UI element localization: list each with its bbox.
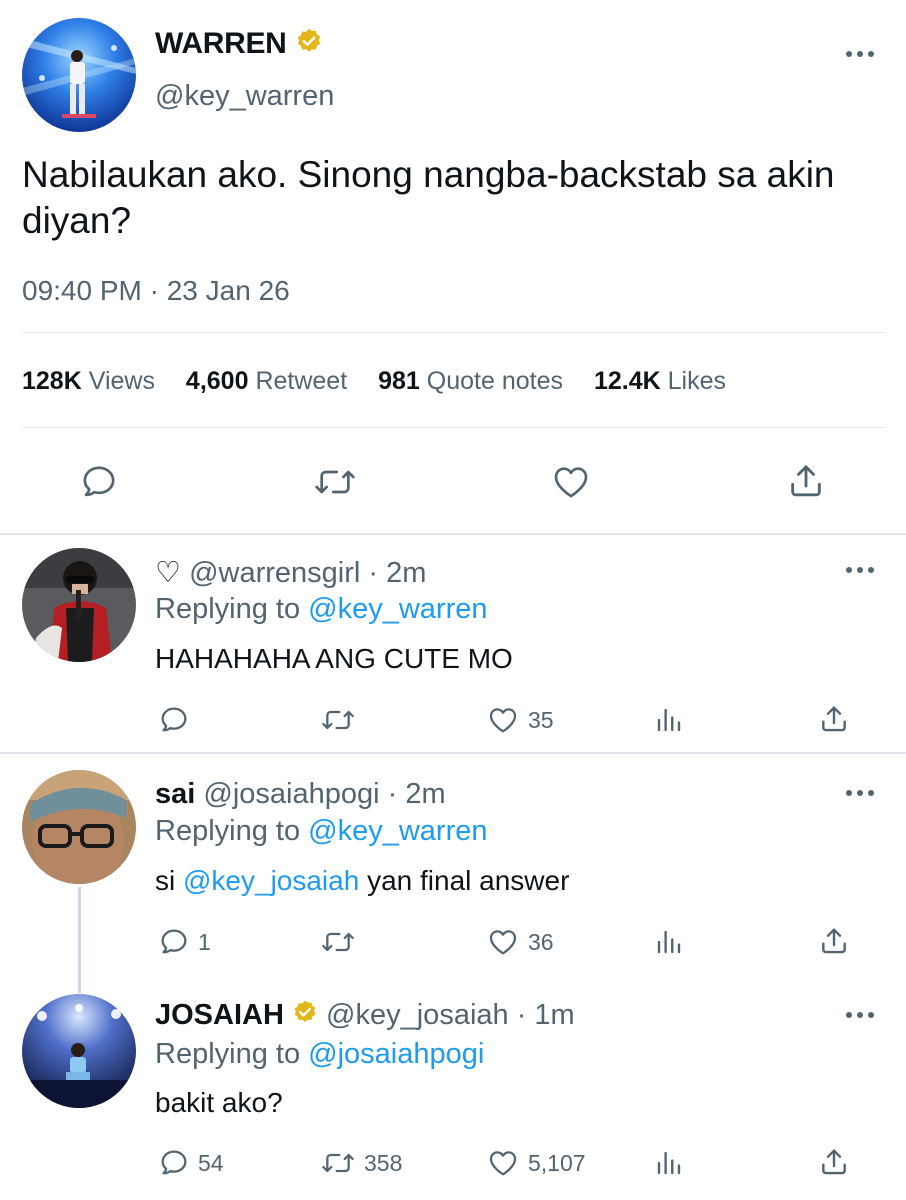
reply-icon [161, 929, 187, 954]
like-button[interactable]: 35 [486, 704, 554, 736]
reply-text: HAHAHAHA ANG CUTE MO [155, 643, 513, 674]
views-button[interactable] [654, 1147, 684, 1179]
replying-to: Replying to @josaiahpogi [155, 1038, 485, 1070]
reply-button[interactable]: 54 [158, 1147, 224, 1179]
like-button[interactable] [550, 462, 592, 502]
reply-header: sai @josaiahpogi · 2m [155, 778, 446, 811]
stat-quotes[interactable]: 981 Quote notes [378, 367, 563, 395]
analytics-icon [657, 708, 681, 732]
reply-handle[interactable]: @key_josaiah [326, 999, 509, 1031]
share-icon [791, 465, 821, 497]
thread-connector [78, 887, 81, 993]
replying-to-link[interactable]: @key_warren [308, 593, 487, 625]
more-icon[interactable] [845, 49, 875, 59]
retweet-icon [322, 710, 354, 730]
mention-link[interactable]: @key_josaiah [183, 865, 359, 896]
replying-to: Replying to @key_warren [155, 593, 488, 625]
share-icon [822, 706, 846, 732]
analytics-icon [657, 1151, 681, 1175]
share-icon [822, 1149, 846, 1175]
heart-icon [489, 708, 517, 733]
reply-display-name[interactable]: sai [155, 778, 195, 810]
share-button[interactable] [786, 460, 826, 502]
more-icon[interactable] [845, 565, 875, 575]
share-button[interactable] [818, 1145, 850, 1179]
heart-icon [554, 467, 588, 498]
reply-time[interactable]: · 2m [368, 557, 426, 589]
retweet-icon [315, 470, 355, 494]
reply-icon [161, 1150, 187, 1175]
reply-icon [83, 466, 115, 497]
reply-text: bakit ako? [155, 1087, 283, 1118]
verified-badge-icon [295, 27, 323, 63]
replying-to-link[interactable]: @josaiahpogi [308, 1038, 484, 1070]
tweet-text: Nabilaukan ako. Sinong nangba-backstab s… [22, 154, 835, 241]
reply-icon [161, 707, 187, 732]
views-button[interactable] [654, 926, 684, 958]
share-icon [822, 928, 846, 954]
retweet-icon [322, 932, 354, 952]
reply-handle[interactable]: @warrensgirl [189, 557, 360, 589]
reply-button[interactable]: 1 [158, 926, 211, 958]
tweet-stats: 128K Views 4,600 Retweet 981 Quote notes… [22, 367, 726, 396]
retweet-button[interactable] [313, 462, 357, 502]
reply-header: JOSAIAH @key_josaiah · 1m [155, 999, 575, 1033]
stat-likes[interactable]: 12.4K Likes [594, 367, 726, 395]
author-name[interactable]: WARREN [155, 27, 323, 63]
stat-views[interactable]: 128K Views [22, 367, 155, 395]
reply-handle[interactable]: @josaiahpogi [203, 778, 379, 810]
stat-retweets[interactable]: 4,600 Retweet [186, 367, 347, 395]
share-button[interactable] [818, 702, 850, 736]
views-button[interactable] [654, 704, 684, 736]
section-divider [0, 533, 906, 535]
divider [22, 332, 884, 333]
replying-to-link[interactable]: @key_warren [308, 815, 487, 847]
avatar-warrensgirl[interactable] [22, 548, 136, 662]
author-handle[interactable]: @key_warren [155, 80, 334, 113]
reply-text: si @key_josaiah yan final answer [155, 865, 570, 896]
like-button[interactable]: 36 [486, 926, 554, 958]
share-button[interactable] [818, 924, 850, 958]
verified-badge-icon [292, 999, 318, 1033]
avatar-warren[interactable] [22, 18, 136, 132]
avatar-sai[interactable] [22, 770, 136, 884]
reply-display-name[interactable]: JOSAIAH [155, 999, 284, 1031]
divider [22, 427, 884, 428]
reply-time[interactable]: · 2m [388, 778, 446, 810]
tweet-timestamp[interactable]: 09:40 PM · 23 Jan 26 [22, 275, 290, 307]
reply-time[interactable]: · 1m [517, 999, 575, 1031]
more-icon[interactable] [845, 788, 875, 798]
heart-icon [489, 1151, 517, 1176]
analytics-icon [657, 930, 681, 954]
avatar-josaiah[interactable] [22, 994, 136, 1108]
retweet-button[interactable]: 358 [320, 1147, 402, 1179]
section-divider [0, 752, 906, 754]
more-icon[interactable] [845, 1010, 875, 1020]
heart-icon [489, 930, 517, 955]
reply-header: ♡ @warrensgirl · 2m [155, 555, 426, 590]
heart-outline-icon: ♡ [155, 557, 181, 589]
reply-button[interactable] [158, 704, 198, 736]
retweet-button[interactable] [320, 926, 364, 958]
retweet-button[interactable] [320, 704, 364, 736]
replying-to: Replying to @key_warren [155, 815, 488, 847]
reply-button[interactable] [79, 462, 119, 502]
retweet-icon [322, 1153, 354, 1173]
like-button[interactable]: 5,107 [486, 1147, 586, 1179]
